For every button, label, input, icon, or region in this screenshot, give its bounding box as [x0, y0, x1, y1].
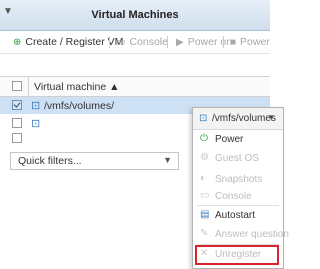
- row-checkbox[interactable]: [12, 118, 22, 128]
- power-icon: ⏻: [200, 133, 208, 144]
- toolbar-divider: [167, 36, 168, 48]
- question-icon: ✎: [200, 228, 209, 239]
- context-menu: ⊡ /vmfs/volumes ▾ ⏻ Power ⚙ Guest OS ◐ S…: [192, 107, 289, 269]
- context-menu-header: ⊡ /vmfs/volumes ▾: [193, 108, 283, 130]
- stop-icon: ■: [230, 36, 237, 48]
- menu-item-autostart[interactable]: ▤ Autostart: [193, 206, 283, 226]
- create-vm-icon: ⊕: [13, 36, 22, 48]
- console-label: Console: [129, 36, 168, 48]
- menu-item-label: Answer question: [215, 229, 289, 240]
- vm-icon: ⊡: [31, 118, 41, 130]
- menu-item-guest-os[interactable]: ⚙ Guest OS: [193, 149, 283, 169]
- menu-item-label: Power: [215, 134, 244, 145]
- power-on-label: Power on: [187, 36, 233, 48]
- autostart-icon: ▤: [200, 209, 210, 220]
- chevron-down-icon: ▼: [163, 155, 172, 165]
- row-checkbox[interactable]: [12, 100, 22, 110]
- toolbar-divider: [223, 36, 224, 48]
- menu-item-label: Snapshots: [215, 174, 263, 185]
- select-all-checkbox[interactable]: [12, 81, 22, 91]
- chevron-down-icon: ▾: [269, 112, 274, 122]
- quick-filters-label: Quick filters...: [18, 155, 82, 167]
- menu-item-unregister[interactable]: ✕ Unregister: [195, 245, 279, 265]
- power-off-label: Power: [240, 36, 270, 48]
- row-checkbox[interactable]: [12, 133, 22, 143]
- column-header-virtual-machine[interactable]: Virtual machine ▲: [34, 81, 120, 93]
- play-icon: ▶: [176, 36, 184, 48]
- panel-title: Virtual Machines: [91, 9, 179, 21]
- power-off-button[interactable]: ■ Power: [230, 36, 270, 48]
- menu-item-answer-question[interactable]: ✎ Answer question: [193, 225, 289, 245]
- menu-item-label: Autostart: [215, 210, 256, 221]
- menu-item-label: Console: [215, 191, 252, 202]
- context-menu-title: /vmfs/volumes: [212, 113, 276, 124]
- toolbar: ⊕ Create / Register VM ▭ Console ▶ Power…: [0, 31, 270, 54]
- grid-header: Virtual machine ▲: [0, 76, 270, 97]
- vm-icon: ⊡: [199, 113, 208, 124]
- console-icon: ▭: [116, 36, 126, 48]
- console-icon: ▭: [200, 190, 210, 201]
- console-button[interactable]: ▭ Console: [116, 36, 168, 48]
- column-divider: [28, 77, 29, 96]
- menu-item-console[interactable]: ▭ Console: [193, 187, 283, 207]
- snapshot-icon: ◐: [200, 173, 207, 184]
- vm-icon: ⊡: [31, 100, 41, 112]
- toolbar-divider: [109, 36, 110, 48]
- unregister-icon: ✕: [200, 248, 209, 259]
- menu-item-label: Guest OS: [215, 153, 259, 164]
- panel-header: ▼ Virtual Machines: [0, 0, 270, 31]
- guest-os-icon: ⚙: [200, 152, 209, 163]
- vm-name: /vmfs/volumes/: [44, 100, 115, 112]
- create-register-vm-button[interactable]: ⊕ Create / Register VM: [13, 36, 123, 48]
- quick-filters-select[interactable]: Quick filters... ▼: [10, 152, 179, 170]
- menu-item-label: Unregister: [215, 249, 262, 260]
- menu-item-power[interactable]: ⏻ Power: [193, 130, 283, 150]
